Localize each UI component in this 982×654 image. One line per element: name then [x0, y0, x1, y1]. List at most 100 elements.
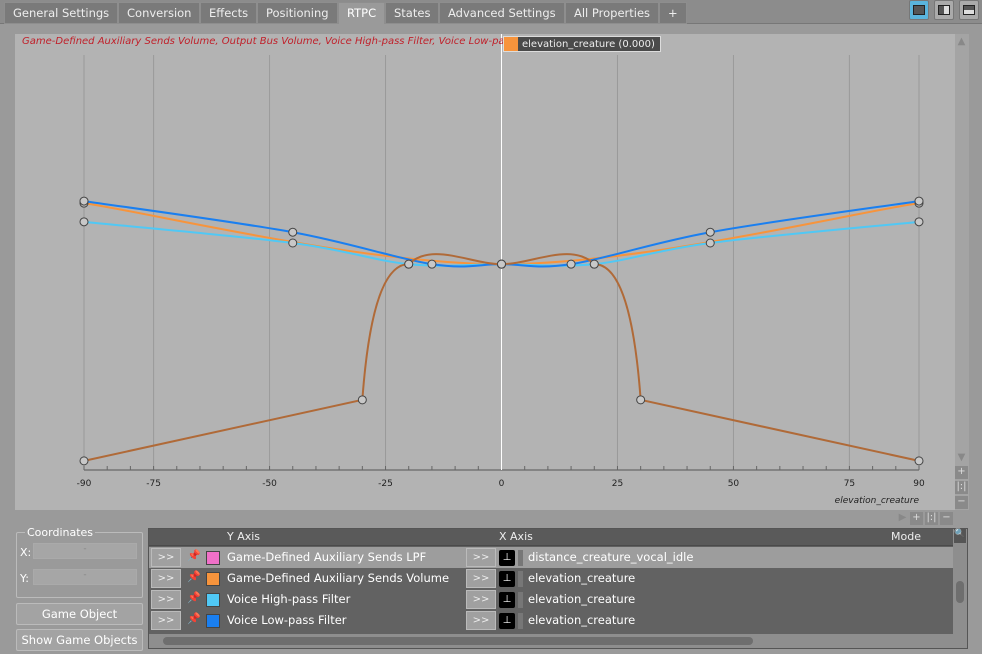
list-hscroll-thumb[interactable] [163, 637, 753, 645]
x-axis-parameter: elevation_creature [528, 613, 636, 627]
cursor-legend: elevation_creature (0.000) [503, 36, 661, 52]
parameter-divider [518, 571, 523, 587]
x-tick-label: -50 [262, 479, 277, 489]
x-tick-label: 50 [728, 479, 740, 489]
y-coordinate-field[interactable]: - [33, 569, 137, 585]
game-object-explorer-button[interactable]: Game Object Explorer... [16, 603, 143, 641]
pin-icon[interactable]: 📌 [187, 570, 201, 583]
tab-positioning[interactable]: Positioning [257, 2, 338, 24]
zoom-out-x-button[interactable]: − [940, 512, 953, 525]
list-scroll-thumb[interactable] [956, 581, 964, 603]
list-vertical-scrollbar[interactable]: 🔍 [953, 529, 967, 648]
x-axis-label: elevation_creature [835, 496, 920, 506]
split-horizontal-button[interactable] [959, 0, 979, 20]
curve-point [914, 456, 924, 466]
parameter-divider [518, 550, 523, 566]
x-axis-parameter: distance_creature_vocal_idle [528, 550, 694, 564]
rtpc-chart[interactable]: -90 -75 -50 -25 0 25 50 75 90 elevation_creature [15, 34, 955, 510]
curve-point [79, 196, 89, 206]
list-row[interactable]: >> 📌 Game-Defined Auxiliary Sends Volume… [149, 568, 953, 589]
tab-rtpc[interactable]: RTPC [338, 2, 386, 24]
mode-header[interactable]: Mode [891, 529, 921, 545]
curve-color-swatch[interactable] [206, 593, 220, 607]
x-expand-button[interactable]: >> [466, 569, 496, 588]
x-tick-label: -90 [77, 479, 92, 489]
pin-icon[interactable]: 📌 [187, 612, 201, 625]
y-axis-property: Game-Defined Auxiliary Sends Volume [227, 571, 450, 585]
search-icon[interactable]: 🔍 [954, 529, 966, 543]
curve-point [636, 395, 646, 405]
curve-color-swatch[interactable] [206, 551, 220, 565]
y-axis-header[interactable]: Y Axis [227, 529, 260, 545]
y-expand-button[interactable]: >> [151, 611, 181, 630]
x-tick-label: 25 [612, 479, 623, 489]
list-row[interactable]: >> 📌 Voice Low-pass Filter >> ⊥ elevatio… [149, 610, 953, 631]
x-axis-parameter: elevation_creature [528, 571, 636, 585]
curve-point [705, 238, 715, 248]
x-tick-label: -75 [146, 479, 161, 489]
x-expand-button[interactable]: >> [466, 611, 496, 630]
game-parameter-icon: ⊥ [499, 571, 515, 587]
add-tab-button[interactable]: + [659, 2, 687, 24]
tab-general-settings[interactable]: General Settings [4, 2, 119, 24]
tab-all-properties[interactable]: All Properties [565, 2, 660, 24]
y-axis-property: Voice High-pass Filter [227, 592, 351, 606]
curve-color-swatch[interactable] [206, 614, 220, 628]
parameter-divider [518, 613, 523, 629]
x-axis-header[interactable]: X Axis [499, 529, 533, 545]
curve-point [79, 217, 89, 227]
y-axis-property: Voice Low-pass Filter [227, 613, 347, 627]
pin-icon[interactable]: 📌 [187, 591, 201, 604]
zoom-in-y-button[interactable]: + [955, 466, 968, 479]
tab-conversion[interactable]: Conversion [118, 2, 201, 24]
coordinates-group: Coordinates X: - Y: - [16, 526, 143, 598]
zoom-in-x-button[interactable]: + [910, 512, 923, 525]
single-view-button[interactable] [909, 0, 929, 20]
graph-title: Game-Defined Auxiliary Sends Volume, Out… [22, 36, 544, 47]
tab-effects[interactable]: Effects [200, 2, 258, 24]
list-horizontal-scrollbar[interactable] [149, 634, 953, 648]
curve-point [288, 227, 298, 237]
game-parameter-icon: ⊥ [499, 550, 515, 566]
x-expand-button[interactable]: >> [466, 590, 496, 609]
game-parameter-icon: ⊥ [499, 613, 515, 629]
scroll-up-icon[interactable]: ▲ [955, 36, 968, 49]
y-expand-button[interactable]: >> [151, 590, 181, 609]
y-label: Y: [20, 572, 29, 585]
curve-point [589, 259, 599, 269]
scroll-right-icon[interactable]: ▶ [896, 512, 909, 525]
x-tick-label: 90 [913, 479, 925, 489]
split-vertical-button[interactable] [934, 0, 954, 20]
curve-point [705, 227, 715, 237]
curve-point [357, 395, 367, 405]
y-expand-button[interactable]: >> [151, 569, 181, 588]
x-expand-button[interactable]: >> [466, 548, 496, 567]
list-row[interactable]: >> 📌 Game-Defined Auxiliary Sends LPF >>… [149, 547, 953, 568]
pin-icon[interactable]: 📌 [187, 549, 201, 562]
tab-advanced-settings[interactable]: Advanced Settings [439, 2, 565, 24]
curve-point [404, 259, 414, 269]
curve-point [427, 259, 437, 269]
graph-vertical-scrollbar[interactable]: ▲ ▼ + |:| − [955, 34, 969, 510]
show-game-objects-button[interactable]: Show Game Objects [16, 629, 143, 651]
tab-bar: General Settings Conversion Effects Positio… [0, 0, 982, 24]
curve-point [914, 196, 924, 206]
x-coordinate-field[interactable]: - [33, 543, 137, 559]
zoom-fit-x-button[interactable]: |:| [925, 512, 938, 525]
legend-swatch [504, 37, 518, 51]
zoom-out-y-button[interactable]: − [955, 496, 968, 509]
y-expand-button[interactable]: >> [151, 548, 181, 567]
curve-color-swatch[interactable] [206, 572, 220, 586]
zoom-fit-y-button[interactable]: |:| [955, 481, 968, 494]
list-row[interactable]: >> 📌 Voice High-pass Filter >> ⊥ elevati… [149, 589, 953, 610]
rtpc-graph[interactable]: -90 -75 -50 -25 0 25 50 75 90 elevation_creature [15, 34, 955, 510]
curve-point [497, 259, 506, 269]
parameter-divider [518, 592, 523, 608]
curve-point [79, 456, 89, 466]
curve-point [288, 238, 298, 248]
legend-text: elevation_creature (0.000) [522, 39, 655, 50]
scroll-down-icon[interactable]: ▼ [955, 452, 968, 465]
tab-states[interactable]: States [385, 2, 440, 24]
x-tick-label: 0 [499, 479, 505, 489]
x-tick-label: 75 [844, 479, 855, 489]
